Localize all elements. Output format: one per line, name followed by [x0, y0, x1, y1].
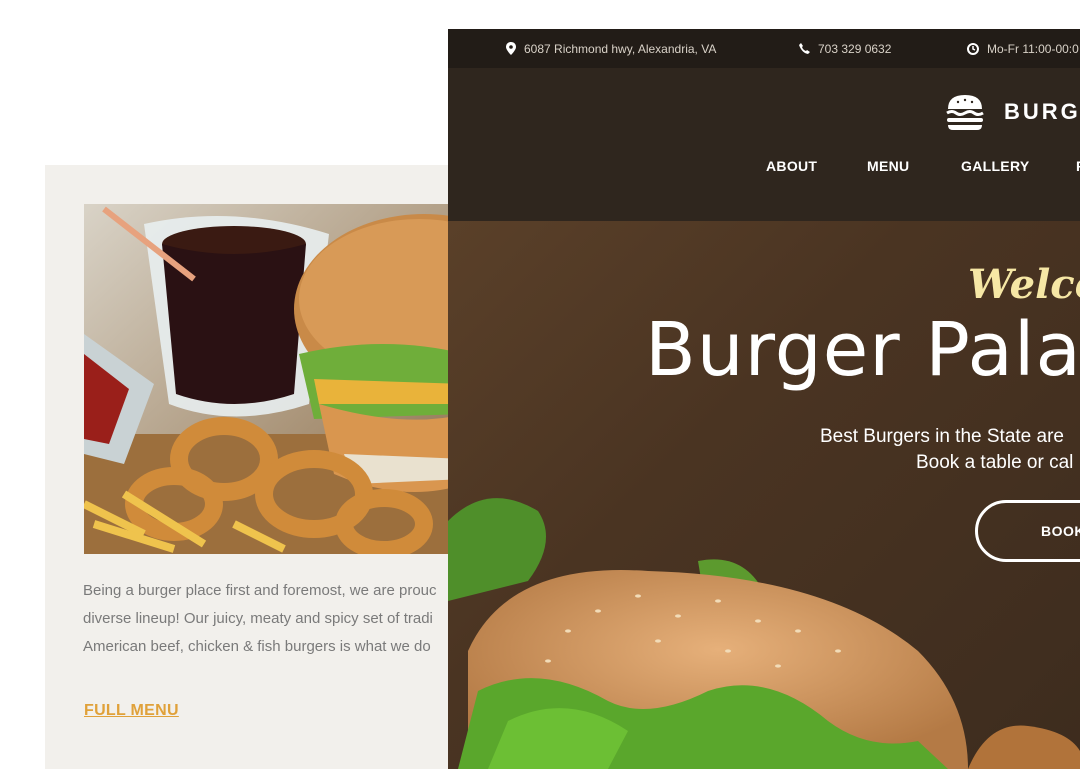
menu-description: Being a burger place first and foremost,…	[83, 577, 503, 661]
burger-logo-icon	[946, 95, 984, 130]
description-line: American beef, chicken & fish burgers is…	[83, 638, 431, 655]
nav-item-gallery[interactable]: GALLERY	[961, 158, 1029, 174]
hours-text: Mo-Fr 11:00-00:0	[987, 41, 1079, 56]
phone-info[interactable]: 703 329 0632	[799, 29, 891, 68]
description-line: diverse lineup! Our juicy, meaty and spi…	[83, 610, 433, 627]
burger-fries-photo	[84, 204, 465, 554]
nav-item-menu[interactable]: MENU	[867, 158, 909, 174]
menu-card: Being a burger place first and foremost,…	[45, 165, 465, 769]
hero-subtitle: Best Burgers in the State are Book a tab…	[820, 424, 1080, 476]
nav-item-r[interactable]: R	[1076, 158, 1080, 174]
book-button[interactable]: BOOK	[975, 500, 1080, 562]
hours-info: Mo-Fr 11:00-00:0	[967, 29, 1079, 68]
top-info-bar: 6087 Richmond hwy, Alexandria, VA 703 32…	[448, 29, 1080, 68]
brand-logo[interactable]: BURG	[946, 93, 1080, 131]
subtitle-line: Book a table or cal	[916, 452, 1074, 473]
phone-text: 703 329 0632	[818, 41, 892, 56]
phone-icon	[799, 43, 810, 54]
address-text: 6087 Richmond hwy, Alexandria, VA	[524, 41, 717, 56]
description-line: Being a burger place first and foremost,…	[83, 582, 437, 599]
full-menu-link[interactable]: FULL MENU	[84, 702, 179, 720]
site-header: BURG ABOUT MENU GALLERY R	[448, 68, 1080, 221]
main-nav: ABOUT MENU GALLERY R	[448, 158, 1080, 178]
clock-icon	[967, 42, 979, 55]
website-preview: 6087 Richmond hwy, Alexandria, VA 703 32…	[448, 29, 1080, 769]
welcome-text: Welcon	[968, 261, 1080, 308]
nav-item-about[interactable]: ABOUT	[766, 158, 817, 174]
location-pin-icon	[506, 42, 516, 55]
hero-section: Welcon Burger Palac Best Burgers in the …	[448, 221, 1080, 769]
address-info: 6087 Richmond hwy, Alexandria, VA	[506, 29, 716, 68]
subtitle-line: Best Burgers in the State are	[820, 426, 1064, 447]
brand-name: BURG	[1004, 99, 1080, 124]
hero-title: Burger Palac	[645, 307, 1080, 393]
